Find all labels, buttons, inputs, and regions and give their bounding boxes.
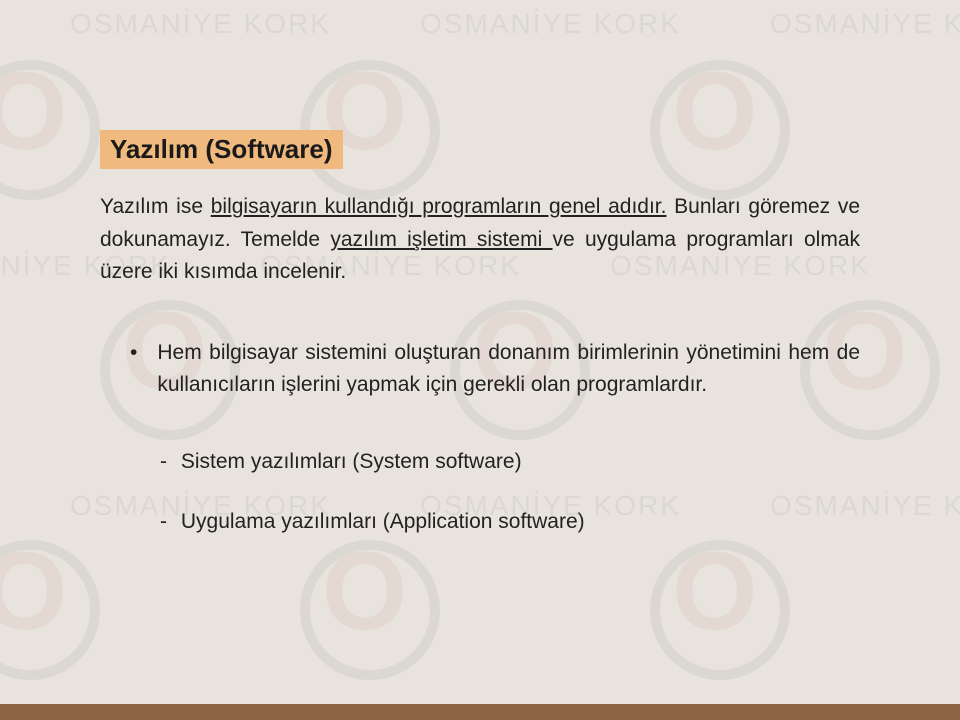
bullet-text: Hem bilgisayar sistemini oluşturan donan… <box>157 337 860 402</box>
footer-bar <box>0 704 960 720</box>
sub-item-system: - Sistem yazılımları (System software) <box>160 450 860 474</box>
para-text: Yazılım ise <box>100 195 211 218</box>
dash-marker: - <box>160 510 167 533</box>
intro-paragraph: Yazılım ise bilgisayarın kullandığı prog… <box>100 191 860 289</box>
para-underline: bilgisayarın kullandığı programların gen… <box>211 195 667 218</box>
sub-text: Uygulama yazılımları (Application softwa… <box>181 510 585 533</box>
sub-item-application: - Uygulama yazılımları (Application soft… <box>160 510 860 534</box>
slide-title: Yazılım (Software) <box>100 130 343 169</box>
sub-text: Sistem yazılımları (System software) <box>181 450 522 473</box>
bullet-item: • Hem bilgisayar sistemini oluşturan don… <box>130 337 860 402</box>
para-underline: yazılım işletim sistemi <box>330 228 552 251</box>
slide-content: Yazılım (Software) Yazılım ise bilgisaya… <box>0 0 960 630</box>
dash-marker: - <box>160 450 167 473</box>
bullet-marker: • <box>130 337 137 402</box>
